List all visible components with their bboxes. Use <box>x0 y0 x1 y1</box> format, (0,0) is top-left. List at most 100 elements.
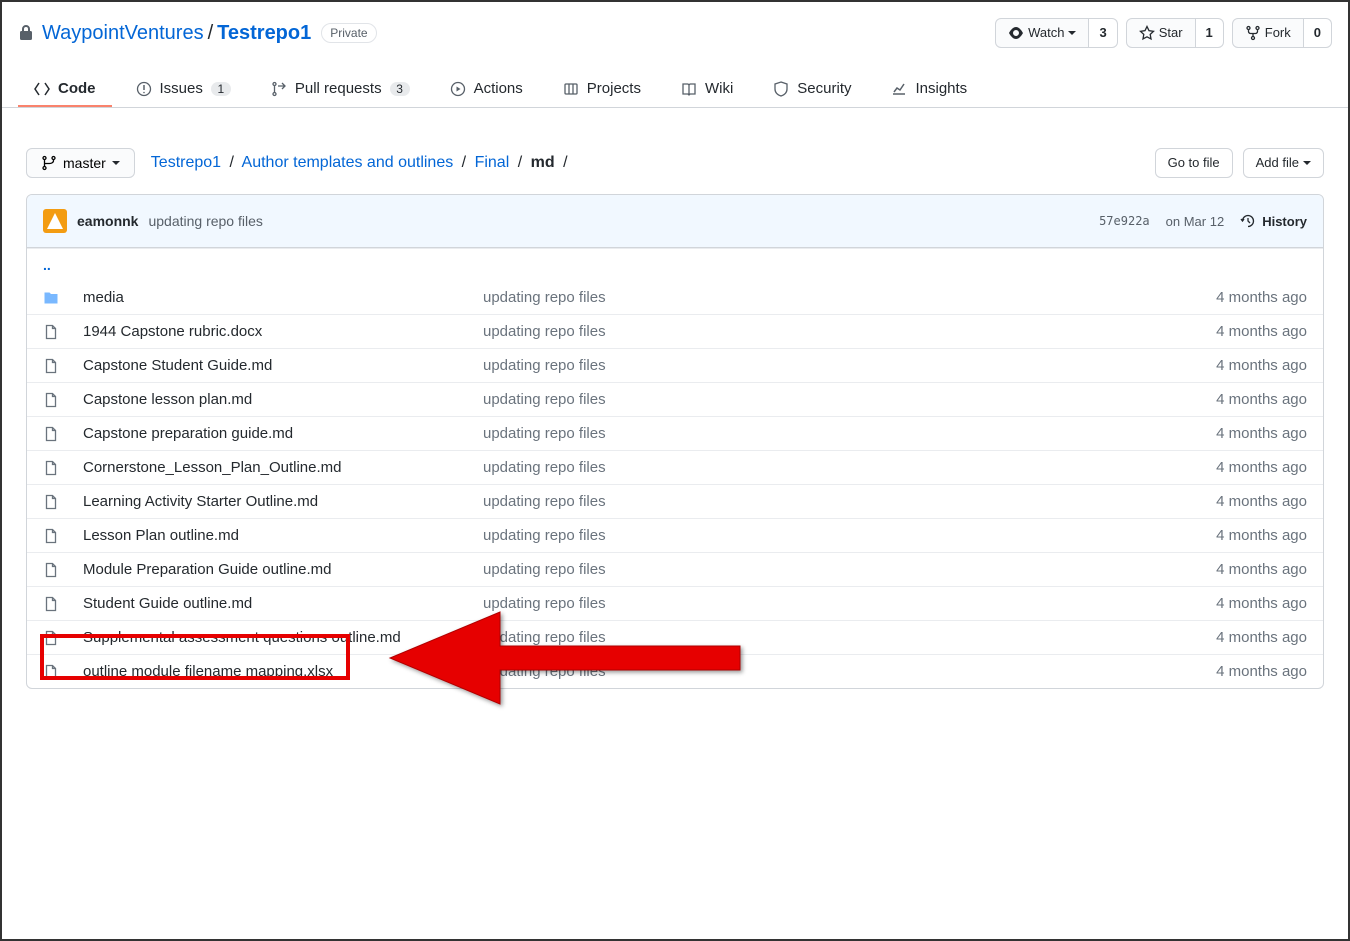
file-name-link[interactable]: Module Preparation Guide outline.md <box>83 561 483 578</box>
latest-commit: eamonnk updating repo files 57e922a on M… <box>27 195 1323 248</box>
tab-count: 3 <box>390 82 410 96</box>
parent-dir-link[interactable]: .. <box>27 248 1323 281</box>
breadcrumb-part[interactable]: Author templates and outlines <box>242 154 454 171</box>
file-row: Learning Activity Starter Outline.md upd… <box>27 484 1323 518</box>
tab-code[interactable]: Code <box>18 72 112 107</box>
file-icon <box>43 630 83 646</box>
separator: / <box>208 22 214 45</box>
file-icon <box>43 460 83 476</box>
history-link[interactable]: History <box>1240 213 1307 229</box>
file-commit-msg[interactable]: updating repo files <box>483 663 1147 680</box>
tab-pull-requests[interactable]: Pull requests3 <box>255 72 426 107</box>
tab-issues[interactable]: Issues1 <box>120 72 247 107</box>
tab-icon <box>773 81 789 97</box>
file-name-link[interactable]: Capstone preparation guide.md <box>83 425 483 442</box>
file-commit-msg[interactable]: updating repo files <box>483 323 1147 340</box>
file-row: Supplemental assessment questions outlin… <box>27 620 1323 654</box>
branch-icon <box>41 155 57 171</box>
file-commit-msg[interactable]: updating repo files <box>483 425 1147 442</box>
repo-actions: Watch 3 Star 1 Fork 0 <box>995 18 1332 48</box>
star-count[interactable]: 1 <box>1196 18 1224 48</box>
file-icon <box>43 664 83 680</box>
file-commit-msg[interactable]: updating repo files <box>483 493 1147 510</box>
file-name-link[interactable]: Supplemental assessment questions outlin… <box>83 629 483 646</box>
watch-button[interactable]: Watch <box>995 18 1089 48</box>
file-row: 1944 Capstone rubric.docx updating repo … <box>27 314 1323 348</box>
tab-security[interactable]: Security <box>757 72 867 107</box>
file-name-link[interactable]: outline module filename mapping.xlsx <box>83 663 483 680</box>
avatar[interactable] <box>43 209 67 233</box>
file-row: Student Guide outline.md updating repo f… <box>27 586 1323 620</box>
commit-hash[interactable]: 57e922a <box>1099 214 1150 228</box>
file-time: 4 months ago <box>1147 561 1307 578</box>
file-time: 4 months ago <box>1147 629 1307 646</box>
tab-projects[interactable]: Projects <box>547 72 657 107</box>
file-row: Lesson Plan outline.md updating repo fil… <box>27 518 1323 552</box>
file-row: Capstone preparation guide.md updating r… <box>27 416 1323 450</box>
repo-owner-link[interactable]: WaypointVentures <box>42 22 204 45</box>
branch-select[interactable]: master <box>26 148 135 178</box>
file-row: Cornerstone_Lesson_Plan_Outline.md updat… <box>27 450 1323 484</box>
file-name-link[interactable]: Learning Activity Starter Outline.md <box>83 493 483 510</box>
tab-icon <box>271 81 287 97</box>
tab-icon <box>450 81 466 97</box>
file-time: 4 months ago <box>1147 459 1307 476</box>
tab-actions[interactable]: Actions <box>434 72 539 107</box>
lock-icon <box>18 25 34 41</box>
file-time: 4 months ago <box>1147 425 1307 442</box>
file-time: 4 months ago <box>1147 595 1307 612</box>
tab-icon <box>563 81 579 97</box>
file-listing: eamonnk updating repo files 57e922a on M… <box>26 194 1324 689</box>
file-commit-msg[interactable]: updating repo files <box>483 629 1147 646</box>
breadcrumb-part[interactable]: Final <box>475 154 510 171</box>
star-button[interactable]: Star <box>1126 18 1196 48</box>
breadcrumb-root[interactable]: Testrepo1 <box>151 154 221 171</box>
tab-icon <box>136 81 152 97</box>
fork-count[interactable]: 0 <box>1304 18 1332 48</box>
file-name-link[interactable]: Lesson Plan outline.md <box>83 527 483 544</box>
file-icon <box>43 528 83 544</box>
file-icon <box>43 392 83 408</box>
file-commit-msg[interactable]: updating repo files <box>483 357 1147 374</box>
fork-button[interactable]: Fork <box>1232 18 1304 48</box>
tab-insights[interactable]: Insights <box>875 72 983 107</box>
repo-tabs: CodeIssues1Pull requests3ActionsProjects… <box>2 72 1348 108</box>
star-icon <box>1139 25 1155 41</box>
commit-author[interactable]: eamonnk <box>77 213 138 229</box>
file-icon <box>43 596 83 612</box>
file-time: 4 months ago <box>1147 663 1307 680</box>
add-file-button[interactable]: Add file <box>1243 148 1324 178</box>
file-commit-msg[interactable]: updating repo files <box>483 391 1147 408</box>
file-icon <box>43 562 83 578</box>
file-commit-msg[interactable]: updating repo files <box>483 527 1147 544</box>
tab-wiki[interactable]: Wiki <box>665 72 749 107</box>
fork-icon <box>1245 25 1261 41</box>
file-icon <box>43 494 83 510</box>
file-name-link[interactable]: Capstone Student Guide.md <box>83 357 483 374</box>
chevron-down-icon <box>1068 31 1076 35</box>
file-icon <box>43 324 83 340</box>
folder-row: media updating repo files 4 months ago <box>27 281 1323 314</box>
repo-name-link[interactable]: Testrepo1 <box>217 22 311 45</box>
commit-date: on Mar 12 <box>1166 214 1225 229</box>
file-time: 4 months ago <box>1147 357 1307 374</box>
file-name-link[interactable]: Capstone lesson plan.md <box>83 391 483 408</box>
breadcrumb-current: md <box>531 154 555 171</box>
commit-message[interactable]: updating repo files <box>148 213 262 229</box>
file-name-link[interactable]: Cornerstone_Lesson_Plan_Outline.md <box>83 459 483 476</box>
file-name-link[interactable]: Student Guide outline.md <box>83 595 483 612</box>
file-name-link[interactable]: 1944 Capstone rubric.docx <box>83 323 483 340</box>
file-name-link[interactable]: media <box>83 289 483 306</box>
eye-icon <box>1008 25 1024 41</box>
file-row: Capstone lesson plan.md updating repo fi… <box>27 382 1323 416</box>
file-commit-msg[interactable]: updating repo files <box>483 289 1147 306</box>
watch-count[interactable]: 3 <box>1089 18 1117 48</box>
repo-title: WaypointVentures / Testrepo1 Private <box>18 22 377 45</box>
folder-icon <box>43 290 83 306</box>
tab-count: 1 <box>211 82 231 96</box>
file-commit-msg[interactable]: updating repo files <box>483 459 1147 476</box>
goto-file-button[interactable]: Go to file <box>1155 148 1233 178</box>
file-time: 4 months ago <box>1147 493 1307 510</box>
file-commit-msg[interactable]: updating repo files <box>483 561 1147 578</box>
file-commit-msg[interactable]: updating repo files <box>483 595 1147 612</box>
